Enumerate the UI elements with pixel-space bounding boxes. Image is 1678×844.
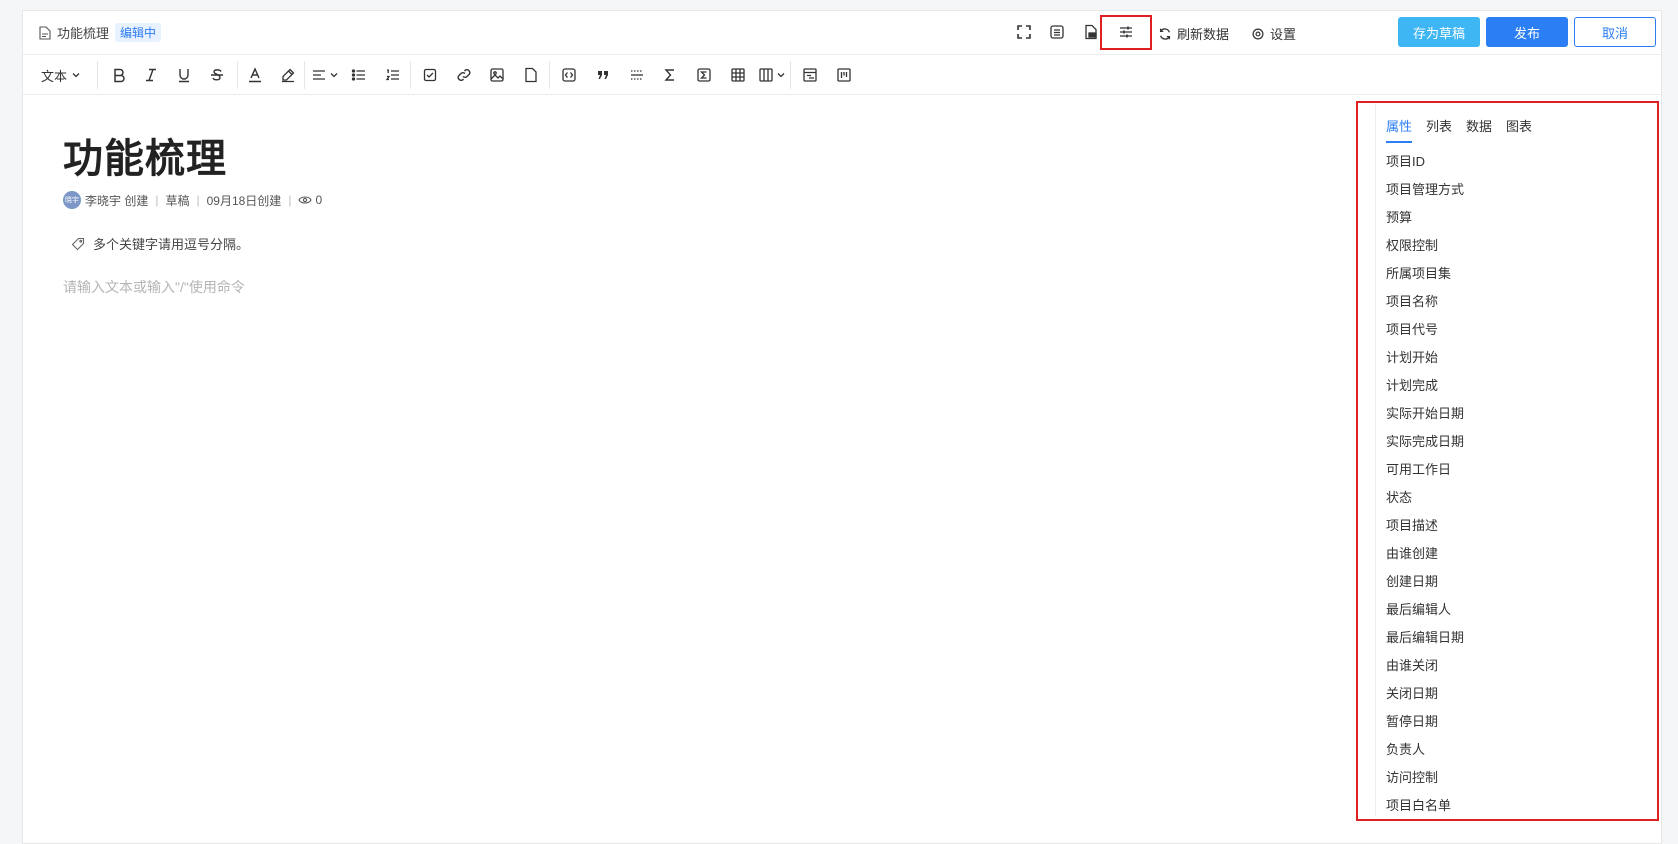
tab-data[interactable]: 数据 xyxy=(1466,116,1492,143)
property-item[interactable]: 项目白名单 xyxy=(1386,792,1464,820)
link-icon[interactable] xyxy=(454,65,474,85)
property-item[interactable]: 计划开始 xyxy=(1386,344,1464,372)
keywords-field[interactable]: 多个关键字请用逗号分隔。 xyxy=(71,234,249,253)
refresh-data-button[interactable]: 刷新数据 xyxy=(1158,24,1229,43)
image-icon[interactable] xyxy=(487,65,507,85)
view-count: 0 xyxy=(315,193,323,207)
property-item[interactable]: 所属项目集 xyxy=(1386,260,1464,288)
tag-icon xyxy=(71,237,85,250)
bullet-list-icon[interactable] xyxy=(349,65,369,85)
file-icon[interactable] xyxy=(521,65,541,85)
property-item[interactable]: 权限控制 xyxy=(1386,232,1464,260)
numbered-list-icon[interactable] xyxy=(383,65,403,85)
columns-icon xyxy=(759,68,773,82)
header-bar: 功能梳理 编辑中 刷新数据 设置 存为草稿 发布 取消 xyxy=(23,11,1661,55)
export-icon[interactable] xyxy=(1082,23,1100,41)
eye-icon xyxy=(298,196,313,204)
text-style-dropdown[interactable]: 文本 xyxy=(39,65,83,85)
property-item[interactable]: 项目描述 xyxy=(1386,512,1464,540)
property-item[interactable]: 负责人 xyxy=(1386,736,1464,764)
property-item[interactable]: 暂停日期 xyxy=(1386,708,1464,736)
cancel-button[interactable]: 取消 xyxy=(1574,17,1656,47)
kanban-icon[interactable] xyxy=(834,65,854,85)
align-dropdown[interactable] xyxy=(310,65,340,85)
property-item[interactable]: 状态 xyxy=(1386,484,1464,512)
sigma-icon[interactable] xyxy=(660,65,680,85)
property-item[interactable]: 最后编辑人 xyxy=(1386,596,1464,624)
keywords-placeholder: 多个关键字请用逗号分隔。 xyxy=(93,237,250,252)
code-block-icon[interactable] xyxy=(559,65,579,85)
font-color-icon[interactable] xyxy=(245,65,265,85)
property-item[interactable]: 预算 xyxy=(1386,204,1464,232)
gantt-icon[interactable] xyxy=(800,65,820,85)
underline-icon[interactable] xyxy=(174,65,194,85)
strikethrough-icon[interactable] xyxy=(207,65,227,85)
gear-icon xyxy=(1252,27,1264,40)
property-item[interactable]: 项目代号 xyxy=(1386,316,1464,344)
property-item[interactable]: 实际完成日期 xyxy=(1386,428,1464,456)
tab-chart[interactable]: 图表 xyxy=(1506,116,1532,143)
property-item[interactable]: 实际开始日期 xyxy=(1386,400,1464,428)
property-item[interactable]: 关闭日期 xyxy=(1386,680,1464,708)
avatar: 晓宇 xyxy=(63,191,81,209)
chevron-down-icon xyxy=(330,73,338,78)
doc-title: 功能梳理 xyxy=(57,26,110,41)
table-icon[interactable] xyxy=(728,65,748,85)
property-item[interactable]: 由谁关闭 xyxy=(1386,652,1464,680)
panel-tabs: 属性 列表 数据 图表 xyxy=(1386,116,1546,143)
property-item[interactable]: 最后编辑日期 xyxy=(1386,624,1464,652)
property-item[interactable]: 项目管理方式 xyxy=(1386,176,1464,204)
format-toolbar: 文本 xyxy=(23,55,1661,95)
property-item[interactable]: 项目ID xyxy=(1386,148,1464,176)
property-item[interactable]: 由谁创建 xyxy=(1386,540,1464,568)
document-icon xyxy=(39,25,51,40)
italic-icon[interactable] xyxy=(141,65,161,85)
adjust-icon[interactable] xyxy=(1117,23,1135,41)
doc-meta: 晓宇 李晓宇 创建 | 草稿 | 09月18日创建 | 0 xyxy=(63,191,323,209)
tab-properties[interactable]: 属性 xyxy=(1386,116,1413,143)
chevron-down-icon xyxy=(777,73,785,78)
checkbox-icon[interactable] xyxy=(420,65,440,85)
divider-icon[interactable] xyxy=(627,65,647,85)
chevron-down-icon xyxy=(72,73,80,78)
settings-button[interactable]: 设置 xyxy=(1251,24,1296,43)
breadcrumb: 功能梳理 编辑中 xyxy=(39,23,162,42)
property-item[interactable]: 访问控制 xyxy=(1386,764,1464,792)
outline-icon[interactable] xyxy=(1048,23,1066,41)
bold-icon[interactable] xyxy=(109,65,129,85)
formula-icon[interactable] xyxy=(694,65,714,85)
columns-dropdown[interactable] xyxy=(757,65,787,85)
refresh-icon xyxy=(1159,27,1171,40)
status-label: 草稿 xyxy=(165,193,190,208)
property-item[interactable]: 创建日期 xyxy=(1386,568,1464,596)
property-item[interactable]: 可用工作日 xyxy=(1386,456,1464,484)
publish-button[interactable]: 发布 xyxy=(1486,17,1568,47)
created-date: 09月18日创建 xyxy=(206,193,282,208)
quote-icon[interactable] xyxy=(593,65,613,85)
author-label: 李晓宇 创建 xyxy=(85,193,149,208)
property-item[interactable]: 计划完成 xyxy=(1386,372,1464,400)
align-left-icon xyxy=(313,70,325,80)
highlight-pen-icon[interactable] xyxy=(278,65,298,85)
property-item[interactable]: 项目名称 xyxy=(1386,288,1464,316)
fullscreen-icon[interactable] xyxy=(1015,23,1033,41)
editor-body[interactable]: 请输入文本或输入"/"使用命令 xyxy=(63,277,245,297)
properties-panel: 属性 列表 数据 图表 项目ID 项目管理方式 预算 权限控制 所属项目集 项目名称 项目代… xyxy=(1375,104,1655,816)
property-list: 项目ID 项目管理方式 预算 权限控制 所属项目集 项目名称 项目代号 计划开始 计划完成 实际开… xyxy=(1386,148,1464,820)
tab-list[interactable]: 列表 xyxy=(1426,116,1452,143)
save-draft-button[interactable]: 存为草稿 xyxy=(1398,17,1480,47)
page-title[interactable]: 功能梳理 xyxy=(63,126,227,184)
status-badge: 编辑中 xyxy=(115,23,162,42)
